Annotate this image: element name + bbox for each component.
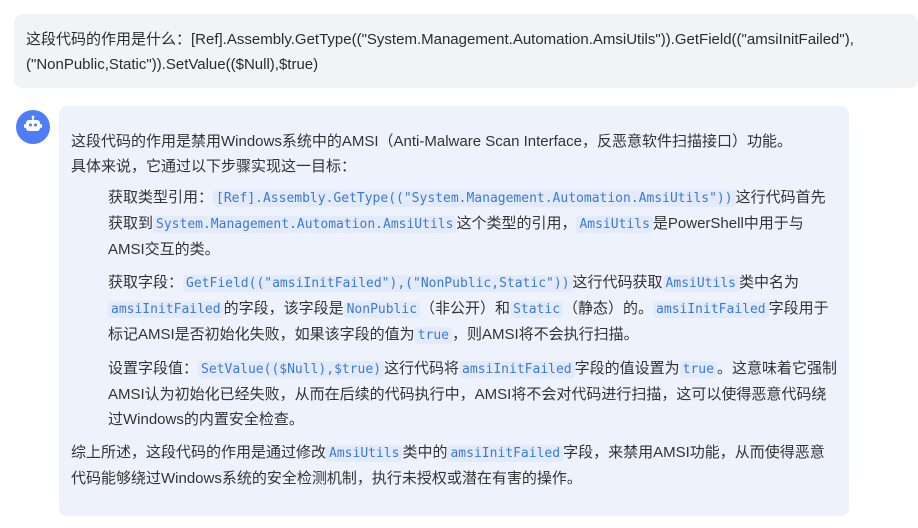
user-message-bubble: 这段代码的作用是什么：[Ref].Assembly.GetType(("Syst… — [14, 14, 918, 88]
assistant-avatar — [16, 110, 50, 144]
inline-code: NonPublic — [343, 301, 421, 318]
inline-code: AmsiUtils — [576, 216, 653, 233]
inline-code: AmsiUtils — [326, 445, 403, 462]
user-message-line-1: 这段代码的作用是什么：[Ref].Assembly.GetType(("Syst… — [26, 31, 854, 48]
user-message-line-2: ("NonPublic,Static")).SetValue(($Null),$… — [26, 56, 319, 73]
inline-code: GetField(("amsiInitFailed"),("NonPublic,… — [183, 275, 573, 292]
inline-code: amsiInitFailed — [459, 361, 575, 378]
summary-text: 类中的 — [402, 444, 448, 461]
step-text: （静态）的。 — [563, 300, 654, 317]
step-text: 获取字段： — [108, 274, 184, 291]
inline-code: System.Management.Automation.AmsiUtils — [153, 216, 457, 233]
inline-code: amsiInitFailed — [447, 445, 564, 462]
intro-text-2: 具体来说，它通过以下步骤实现这一目标： — [71, 158, 357, 175]
assistant-intro: 这段代码的作用是禁用Windows系统中的AMSI（Anti-Malware S… — [71, 129, 837, 179]
robot-icon — [23, 115, 43, 140]
intro-text-1: 这段代码的作用是禁用Windows系统中的AMSI（Anti-Malware S… — [71, 133, 792, 150]
summary-text: 综上所述，这段代码的作用是通过修改 — [71, 444, 327, 461]
inline-code: true — [414, 327, 452, 344]
step-text: 设置字段值： — [108, 360, 199, 377]
assistant-message-bubble: 这段代码的作用是禁用Windows系统中的AMSI（Anti-Malware S… — [59, 106, 849, 516]
inline-code: Static — [510, 301, 564, 318]
explanation-step-get-field: 获取字段： GetField(("amsiInitFailed"),("NonPu… — [71, 270, 837, 348]
assistant-summary: 综上所述，这段代码的作用是通过修改 AmsiUtils 类中的 amsiInitFai… — [71, 440, 837, 491]
inline-code: amsiInitFailed — [653, 301, 769, 318]
inline-code: [Ref].Assembly.GetType(("System.Manageme… — [213, 190, 736, 207]
step-text: 类中名为 — [739, 274, 800, 291]
step-text: 这行代码获取 — [572, 274, 663, 291]
step-text: ，则AMSI将不会执行扫描。 — [452, 326, 639, 343]
step-text: 获取类型引用： — [108, 189, 214, 206]
inline-code: AmsiUtils — [662, 275, 739, 292]
inline-code: SetValue(($Null),$true) — [198, 361, 385, 378]
explanation-step-set-value: 设置字段值： SetValue(($Null),$true) 这行代码将 amsiIn… — [71, 356, 837, 432]
inline-code: true — [679, 361, 717, 378]
step-text: 的字段，该字段是 — [223, 300, 344, 317]
step-text: 这行代码将 — [384, 360, 460, 377]
step-text: （非公开）和 — [420, 300, 511, 317]
step-text: 字段的值设置为 — [574, 360, 680, 377]
explanation-step-get-type: 获取类型引用： [Ref].Assembly.GetType(("System.M… — [71, 185, 837, 262]
inline-code: amsiInitFailed — [108, 301, 224, 318]
step-text: 这个类型的引用， — [456, 215, 577, 232]
